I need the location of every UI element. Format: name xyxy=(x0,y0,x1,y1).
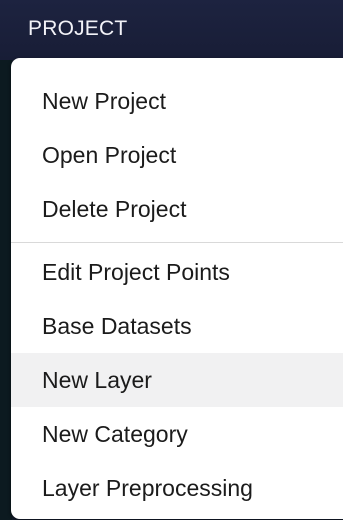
menu-item-label: Edit Project Points xyxy=(42,259,230,285)
menu-item-label: New Category xyxy=(42,421,188,447)
project-menu-header[interactable]: PROJECT xyxy=(0,0,343,60)
project-dropdown-menu: New Project Open Project Delete Project … xyxy=(11,58,343,519)
menu-item-label: Open Project xyxy=(42,142,177,168)
menu-item-label: New Project xyxy=(42,88,166,114)
menu-item-label: Base Datasets xyxy=(42,313,192,339)
menu-group-layers: Edit Project Points Base Datasets New La… xyxy=(11,243,343,515)
project-menu-title: PROJECT xyxy=(28,17,128,40)
menu-item-open-project[interactable]: Open Project xyxy=(11,128,343,182)
menu-item-base-datasets[interactable]: Base Datasets xyxy=(11,299,343,353)
menu-item-new-layer[interactable]: New Layer xyxy=(11,353,343,407)
menu-item-layer-preprocessing[interactable]: Layer Preprocessing xyxy=(11,461,343,515)
menu-item-new-category[interactable]: New Category xyxy=(11,407,343,461)
menu-item-label: Delete Project xyxy=(42,196,187,222)
menu-item-label: New Layer xyxy=(42,367,152,393)
menu-item-edit-project-points[interactable]: Edit Project Points xyxy=(11,245,343,299)
menu-item-new-project[interactable]: New Project xyxy=(11,74,343,128)
menu-item-delete-project[interactable]: Delete Project xyxy=(11,182,343,236)
menu-item-label: Layer Preprocessing xyxy=(42,475,253,501)
menu-group-project: New Project Open Project Delete Project xyxy=(11,58,343,236)
